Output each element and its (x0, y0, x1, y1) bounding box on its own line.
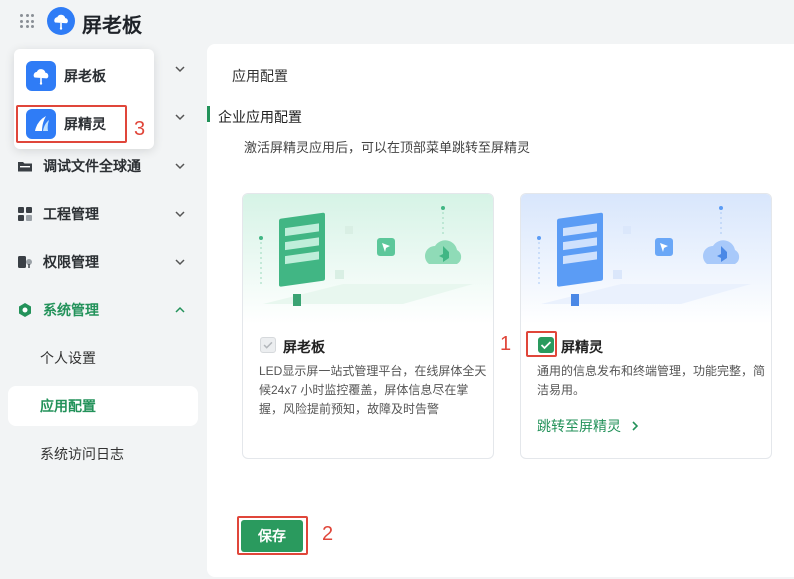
app-switcher-label: 屏老板 (64, 68, 106, 84)
app-card-pinjingling: 屏精灵 通用的信息发布和终端管理，功能完整，简洁易用。 跳转至屏精灵 (520, 193, 772, 459)
annotation-number: 1 (500, 333, 512, 355)
checkbox-disabled-checked (260, 337, 276, 353)
annotation-number: 3 (134, 118, 146, 140)
sidebar-item-project[interactable]: 工程管理 (0, 190, 207, 238)
sidebar-subitem-app-config[interactable]: 应用配置 (8, 386, 198, 426)
sidebar-item-debug-files[interactable]: 调试文件全球通 (0, 142, 207, 190)
card-description: LED显示屏一站式管理平台，在线屏体全天候24x7 小时监控覆盖，屏体信息尽在掌… (259, 364, 487, 416)
top-bar: 屏老板 (0, 0, 794, 44)
chevron-up-icon (175, 306, 185, 313)
key-icon (18, 256, 32, 268)
chevron-down-icon (175, 211, 185, 218)
pinjingling-illustration (521, 194, 771, 324)
chevron-down-icon[interactable] (174, 111, 186, 123)
grid-dots-icon[interactable] (20, 14, 34, 28)
sidebar-subitem-personal-settings[interactable]: 个人设置 (8, 338, 198, 378)
annotation-box-1 (526, 331, 557, 357)
cloud-logo-icon (47, 7, 75, 35)
sidebar-subitem-label: 个人设置 (40, 350, 96, 366)
jump-to-pinjingling-link[interactable]: 跳转至屏精灵 (537, 416, 641, 436)
chevron-right-icon (632, 421, 639, 431)
section-title: 企业应用配置 (218, 109, 302, 125)
pinlaoban-illustration (243, 194, 493, 324)
cloud-logo-icon (26, 61, 56, 91)
sidebar-subitem-label: 系统访问日志 (40, 446, 124, 462)
section-accent-bar (207, 106, 210, 122)
gear-icon (19, 303, 31, 317)
sidebar-item-label: 工程管理 (43, 206, 99, 222)
annotation-box-3 (16, 105, 127, 143)
breadcrumb: 应用配置 (232, 68, 288, 84)
sidebar-item-system[interactable]: 系统管理 (0, 286, 207, 334)
app-title: 屏老板 (82, 15, 142, 37)
grid-blocks-icon (18, 207, 32, 221)
chevron-down-icon (175, 259, 185, 266)
chevron-down-icon[interactable] (174, 63, 186, 75)
sidebar-subitem-label: 应用配置 (40, 398, 96, 414)
sidebar-item-permissions[interactable]: 权限管理 (0, 238, 207, 286)
annotation-box-2 (237, 516, 308, 555)
sidebar-item-label: 调试文件全球通 (43, 158, 141, 174)
chevron-down-icon (175, 163, 185, 170)
app-card-pinlaoban: 屏老板 LED显示屏一站式管理平台，在线屏体全天候24x7 小时监控覆盖，屏体信… (242, 193, 494, 459)
link-label: 跳转至屏精灵 (537, 418, 621, 434)
sidebar-item-label: 权限管理 (43, 254, 99, 270)
card-title: 屏老板 (283, 339, 325, 355)
folder-icon (18, 162, 32, 172)
section-description: 激活屏精灵应用后，可以在顶部菜单跳转至屏精灵 (244, 140, 531, 155)
app-switcher-item-pinlaoban[interactable]: 屏老板 (14, 53, 154, 97)
sidebar-subitem-access-log[interactable]: 系统访问日志 (8, 434, 198, 474)
annotation-number: 2 (322, 523, 334, 545)
card-description: 通用的信息发布和终端管理，功能完整，简洁易用。 (537, 364, 766, 397)
sidebar-item-label: 系统管理 (43, 302, 99, 318)
main-panel: 应用配置 企业应用配置 激活屏精灵应用后，可以在顶部菜单跳转至屏精灵 屏老板 L… (207, 44, 794, 577)
card-title: 屏精灵 (561, 339, 603, 355)
